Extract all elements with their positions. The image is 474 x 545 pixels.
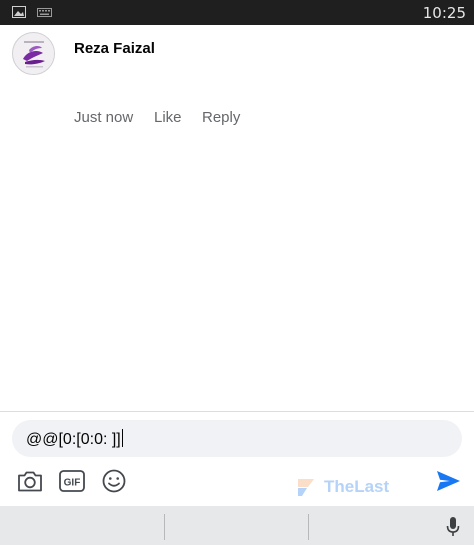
camera-icon[interactable] [16,468,44,494]
gif-icon[interactable]: GIF [58,468,86,494]
avatar[interactable] [12,32,55,75]
avatar-logo-icon [13,33,54,74]
reply-button[interactable]: Reply [202,109,240,126]
comment-composer: @@[0:[0:0: ]] GIF TheLast [0,412,474,506]
keyboard-icon [37,8,52,17]
clock: 10:25 [422,4,466,22]
comment-input[interactable]: @@[0:[0:0: ]] [12,420,462,457]
text-caret [121,429,124,447]
image-icon [12,6,26,18]
comment-author[interactable]: Reza Faizal [74,40,155,57]
watermark-text: TheLast [324,477,390,496]
suggestion-divider [164,514,165,540]
comment-actions: Just now Like Reply [74,109,240,126]
suggestion-divider [308,514,309,540]
microphone-icon[interactable] [446,516,460,538]
like-button[interactable]: Like [154,109,202,126]
watermark: TheLast [294,474,389,500]
comment-thread: Reza Faizal Just now Like Reply [0,25,474,411]
watermark-logo-icon [298,479,314,496]
comment-input-value: @@[0:[0:0: ]] [26,429,124,449]
keyboard-suggestion-bar [0,506,474,545]
svg-text:GIF: GIF [64,478,81,489]
status-bar: 10:25 [0,0,474,25]
comment-timestamp: Just now [74,109,134,126]
emoji-icon[interactable] [100,468,128,494]
send-icon[interactable] [434,468,462,494]
